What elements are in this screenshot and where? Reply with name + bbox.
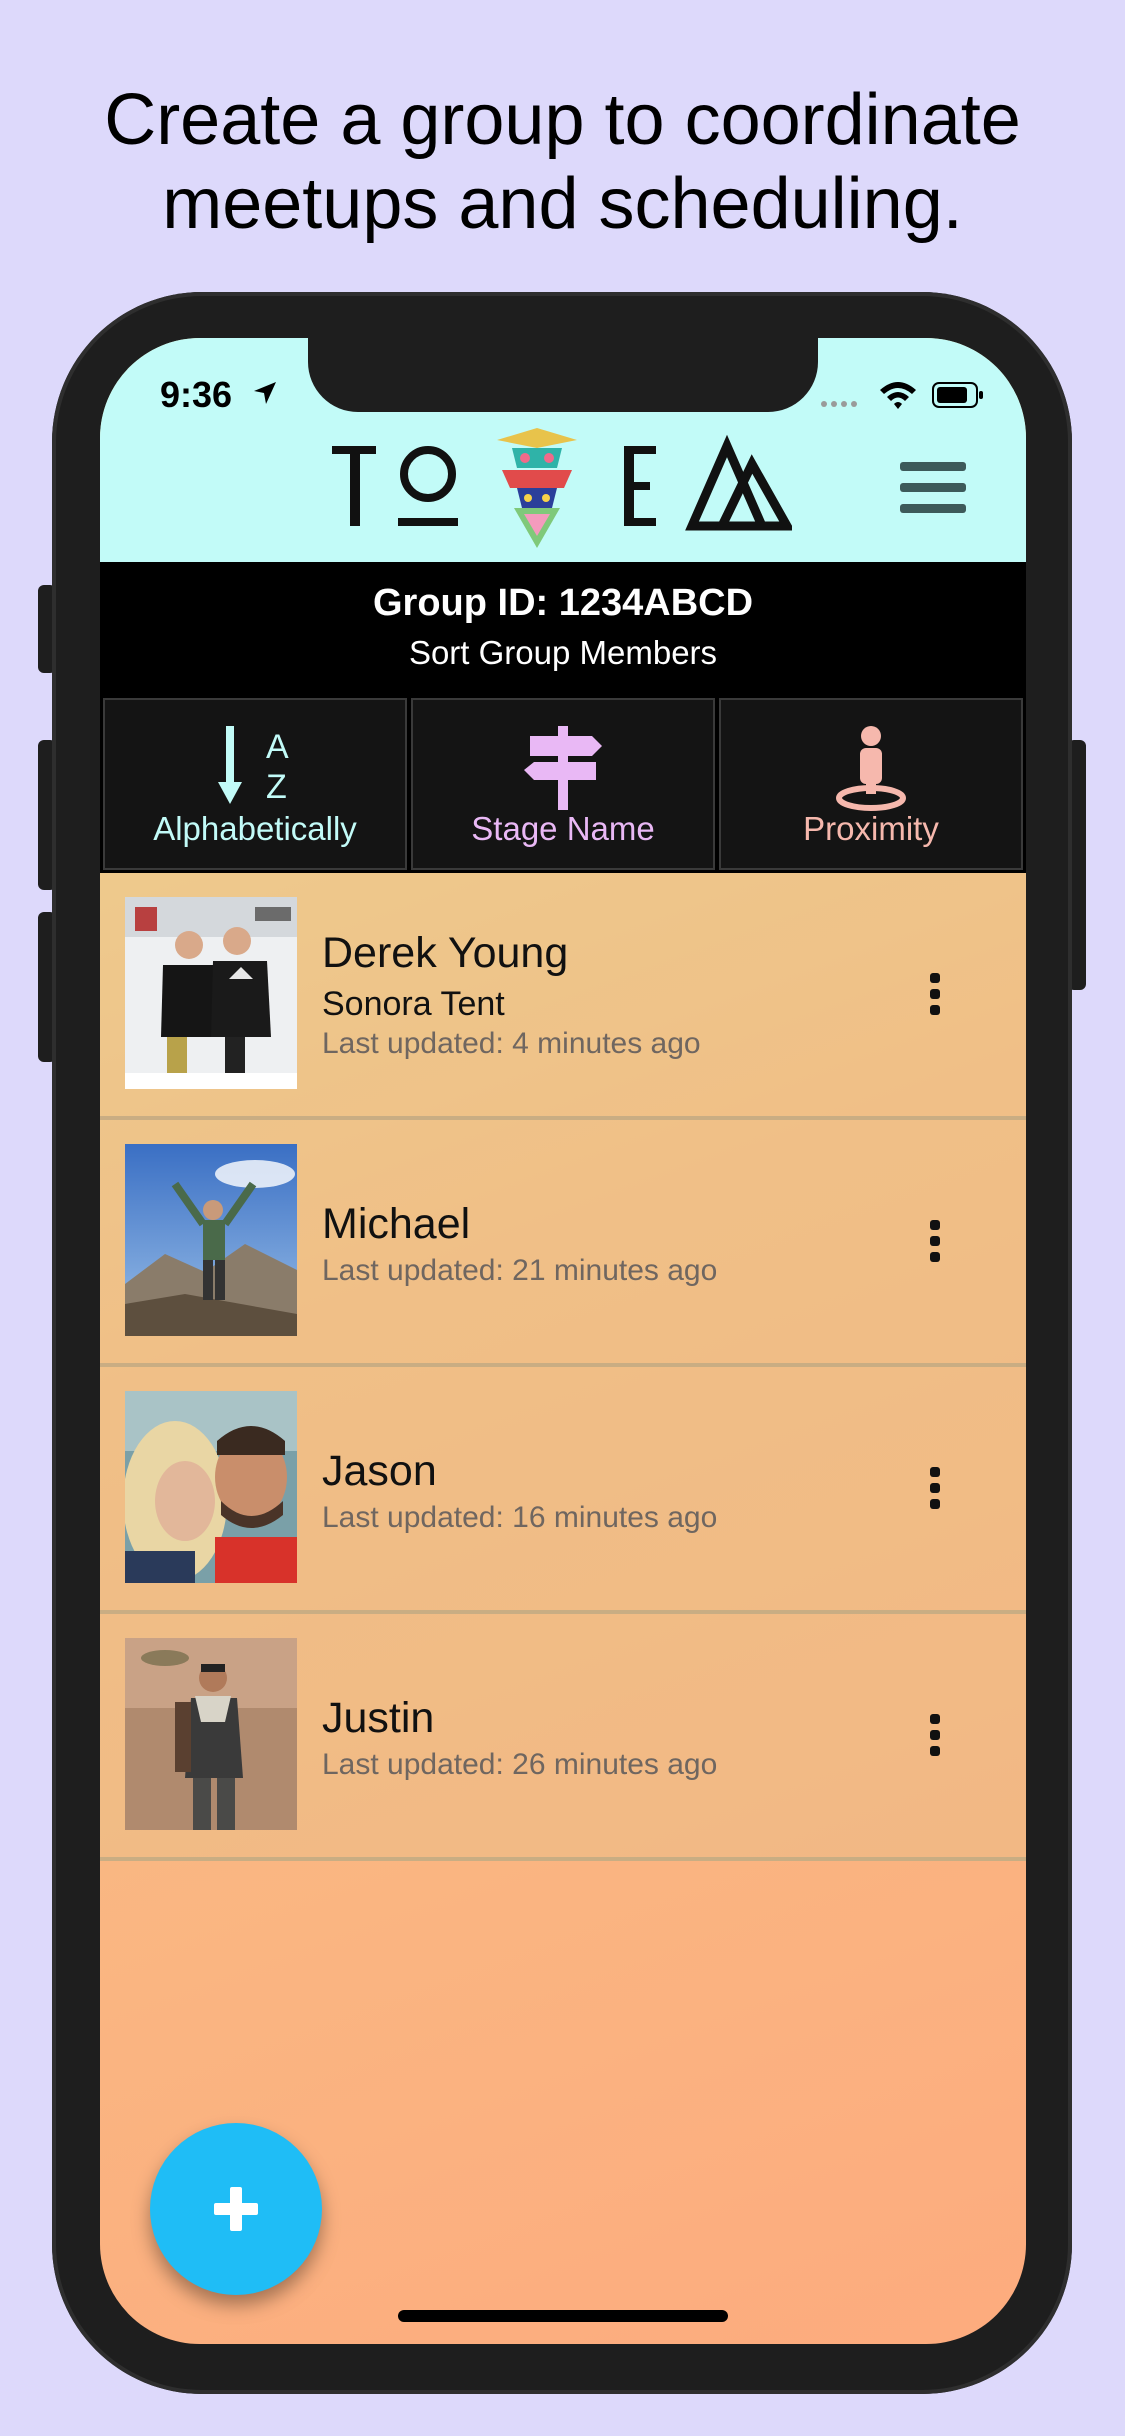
member-row[interactable]: Jason Last updated: 16 minutes ago	[100, 1367, 1026, 1614]
sort-alpha-icon: A Z	[218, 726, 289, 806]
status-time: 9:36	[160, 374, 233, 415]
headline: Create a group to coordinate meetups and…	[0, 78, 1125, 246]
member-last-updated: Last updated: 16 minutes ago	[322, 1501, 718, 1534]
wifi-icon	[880, 382, 916, 409]
more-options-icon[interactable]	[920, 1220, 950, 1270]
more-options-icon[interactable]	[920, 1714, 950, 1764]
member-name: Michael	[322, 1200, 471, 1248]
member-row[interactable]: Justin Last updated: 26 minutes ago	[100, 1614, 1026, 1861]
member-avatar	[125, 1638, 297, 1830]
member-name: Jason	[322, 1447, 437, 1495]
phone-screen: 9:36 Group ID: 1234ABCD Sort Group Membe…	[100, 338, 1026, 2344]
member-stage-name: Sonora Tent	[322, 985, 505, 1023]
sort-stage-name-button[interactable]: Stage Name	[411, 698, 715, 870]
headline-line-1: Create a group to coordinate	[104, 80, 1021, 160]
member-avatar	[125, 897, 297, 1089]
member-row[interactable]: Michael Last updated: 21 minutes ago	[100, 1120, 1026, 1367]
signal-icon	[821, 401, 857, 407]
totem-logo	[332, 428, 792, 548]
battery-icon	[932, 382, 983, 408]
sort-alphabetically-button[interactable]: A Z Alphabetically	[103, 698, 407, 870]
member-last-updated: Last updated: 21 minutes ago	[322, 1254, 718, 1287]
member-row[interactable]: Derek Young Sonora Tent Last updated: 4 …	[100, 873, 1026, 1120]
more-options-icon[interactable]	[920, 973, 950, 1023]
group-info-bar: Group ID: 1234ABCD Sort Group Members	[100, 562, 1026, 695]
svg-text:Z: Z	[266, 768, 287, 806]
phone-notch	[308, 338, 818, 412]
member-avatar	[125, 1391, 297, 1583]
member-last-updated: Last updated: 4 minutes ago	[322, 1027, 701, 1060]
more-options-icon[interactable]	[920, 1467, 950, 1517]
member-list: Derek Young Sonora Tent Last updated: 4 …	[100, 873, 1026, 1861]
headline-line-2: meetups and scheduling.	[162, 164, 963, 244]
svg-text:A: A	[266, 728, 289, 766]
member-last-updated: Last updated: 26 minutes ago	[322, 1748, 718, 1781]
plus-icon	[214, 2187, 258, 2231]
person-location-icon	[836, 726, 906, 811]
member-avatar	[125, 1144, 297, 1336]
member-name: Justin	[322, 1694, 435, 1742]
sort-alphabetically-label: Alphabetically	[153, 810, 357, 847]
sort-proximity-label: Proximity	[803, 810, 939, 847]
home-indicator[interactable]	[398, 2310, 728, 2322]
location-arrow-icon	[254, 382, 276, 404]
add-member-button[interactable]	[150, 2123, 322, 2295]
sort-heading: Sort Group Members	[408, 634, 718, 671]
member-name: Derek Young	[322, 929, 569, 977]
hamburger-menu-icon[interactable]	[900, 460, 966, 516]
signpost-icon	[524, 726, 602, 810]
sort-stage-name-label: Stage Name	[471, 810, 655, 847]
group-id: Group ID: 1234ABCD	[372, 582, 754, 624]
sort-proximity-button[interactable]: Proximity	[719, 698, 1023, 870]
sort-options: A Z Alphabetically Stage Name Proximity	[100, 695, 1026, 873]
